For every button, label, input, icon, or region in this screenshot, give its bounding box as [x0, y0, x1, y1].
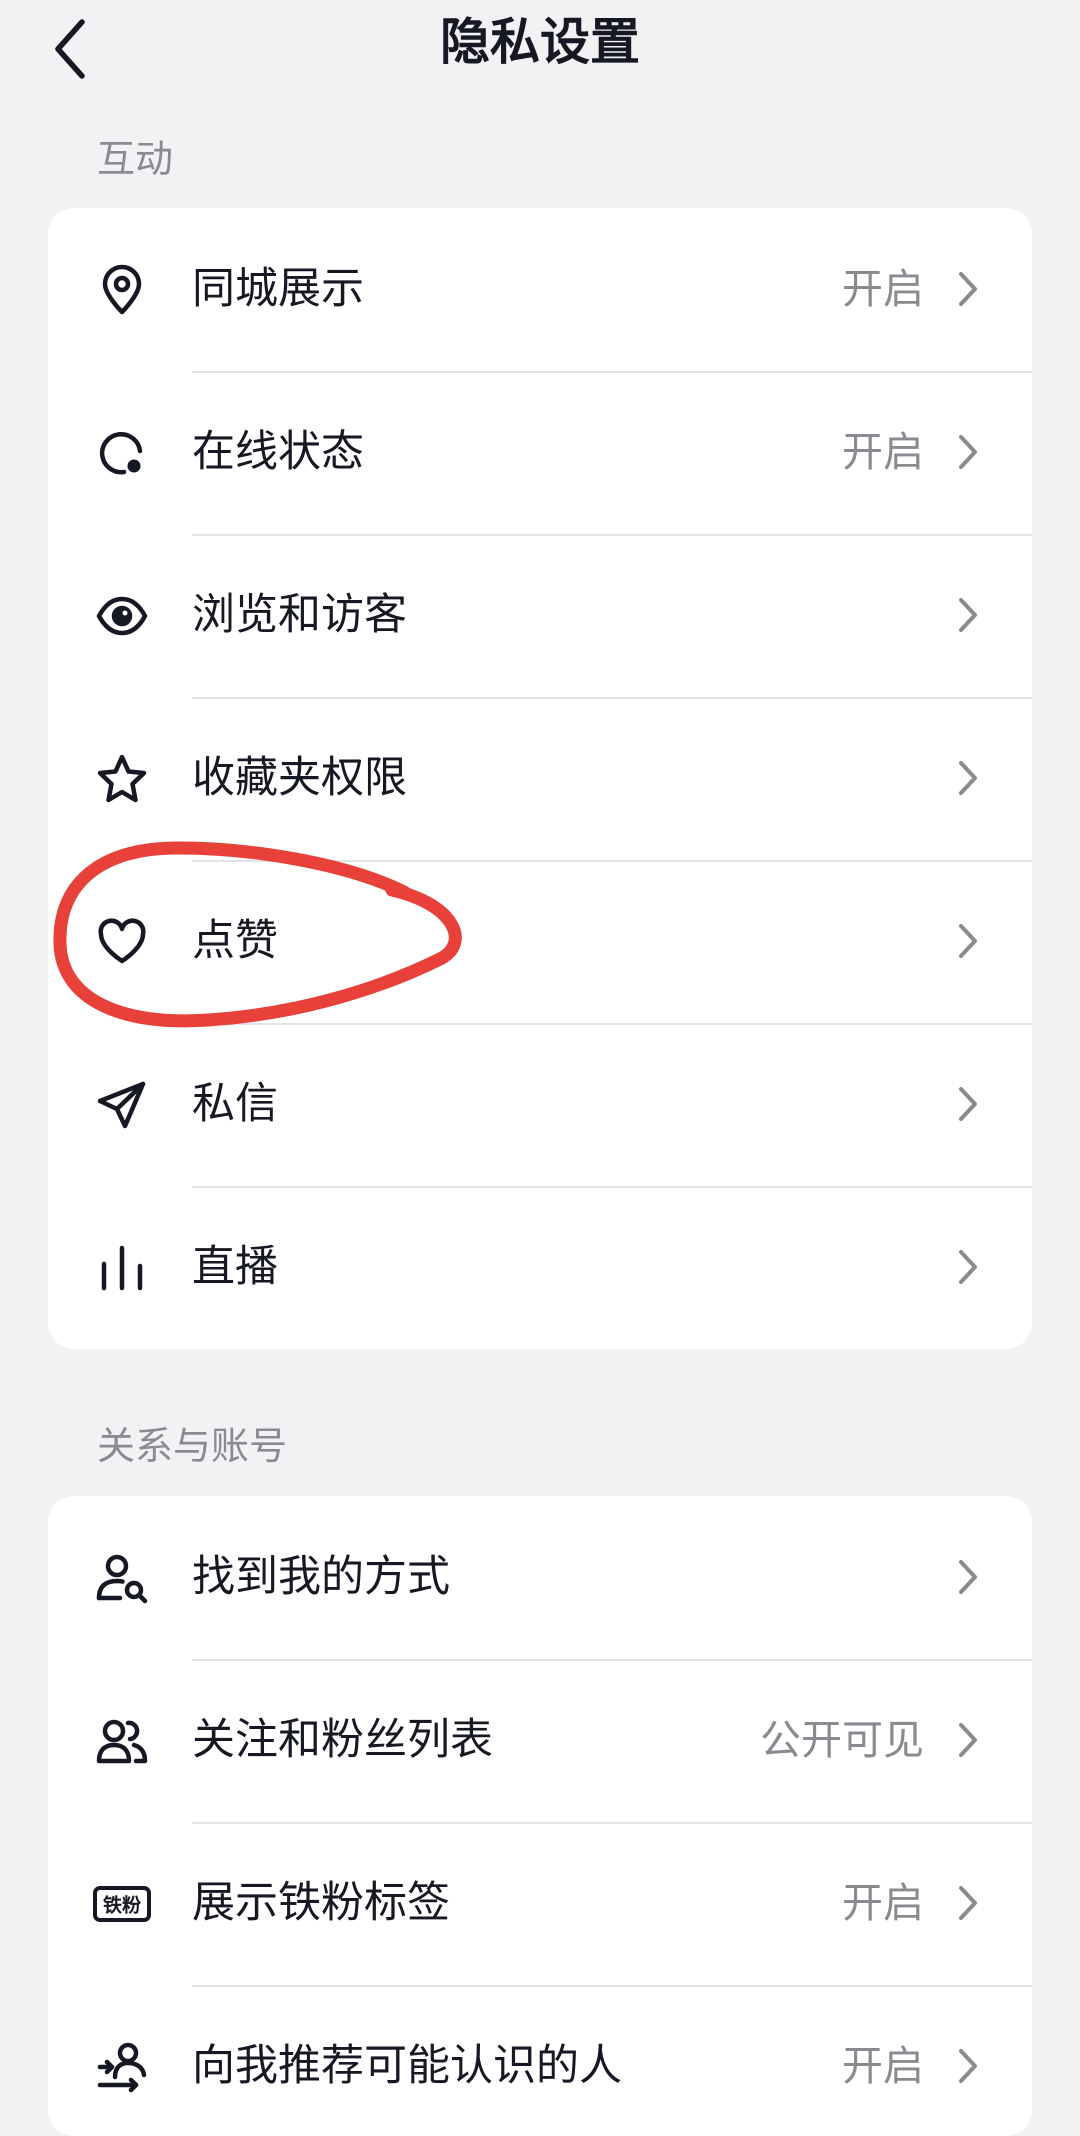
- setting-label: 同城展示: [192, 264, 364, 314]
- chevron-right-icon: [956, 758, 980, 798]
- setting-row-follow-fans-list[interactable]: 关注和粉丝列表 公开可见: [48, 1659, 1032, 1822]
- setting-value: 开启: [842, 2042, 924, 2090]
- live-bars-icon: [96, 1242, 148, 1294]
- setting-row-recommend-people[interactable]: 向我推荐可能认识的人 开启: [48, 1985, 1032, 2136]
- chevron-right-icon: [956, 432, 980, 472]
- chevron-right-icon: [956, 269, 980, 309]
- setting-row-live[interactable]: 直播: [48, 1186, 1032, 1349]
- setting-label: 关注和粉丝列表: [192, 1715, 493, 1765]
- chevron-right-icon: [956, 1883, 980, 1923]
- setting-row-direct-messages[interactable]: 私信: [48, 1023, 1032, 1186]
- top-bar: 隐私设置: [0, 0, 1080, 88]
- setting-label: 找到我的方式: [192, 1552, 450, 1602]
- user-search-icon: [96, 1552, 148, 1604]
- setting-row-likes[interactable]: 点赞: [48, 860, 1032, 1023]
- settings-card-relations: 找到我的方式 关注和粉丝列表 公开可见 铁粉 展示铁粉标签 开启 向我推荐可能认…: [48, 1496, 1032, 2136]
- section-title-relations-account: 关系与账号: [97, 1424, 288, 1468]
- chevron-right-icon: [956, 2046, 980, 2086]
- iron-fan-badge-text: 铁粉: [103, 1894, 141, 1917]
- online-status-icon: [96, 427, 148, 479]
- settings-card-interaction: 同城展示 开启 在线状态 开启 浏览和访客 收藏夹权限 点赞 私信 直播: [48, 208, 1032, 1349]
- setting-label: 向我推荐可能认识的人: [192, 2041, 622, 2091]
- setting-row-favorites-permission[interactable]: 收藏夹权限: [48, 697, 1032, 860]
- star-icon: [96, 753, 148, 805]
- setting-label: 直播: [192, 1242, 278, 1292]
- setting-label: 点赞: [192, 916, 278, 966]
- eye-icon: [96, 590, 148, 642]
- page-title: 隐私设置: [440, 13, 640, 71]
- recommend-people-icon: [96, 2041, 148, 2093]
- setting-row-views-visitors[interactable]: 浏览和访客: [48, 534, 1032, 697]
- setting-row-find-me[interactable]: 找到我的方式: [48, 1496, 1032, 1659]
- heart-icon: [96, 916, 148, 968]
- setting-value: 开启: [842, 1879, 924, 1927]
- setting-value: 公开可见: [760, 1716, 924, 1764]
- setting-label: 收藏夹权限: [192, 753, 407, 803]
- chevron-right-icon: [956, 921, 980, 961]
- chevron-right-icon: [956, 595, 980, 635]
- paper-plane-icon: [96, 1079, 148, 1131]
- section-title-interaction: 互动: [97, 137, 174, 181]
- chevron-right-icon: [956, 1720, 980, 1760]
- users-icon: [96, 1715, 148, 1767]
- setting-label: 展示铁粉标签: [192, 1878, 450, 1928]
- setting-value: 开启: [842, 428, 924, 476]
- chevron-right-icon: [956, 1084, 980, 1124]
- setting-label: 在线状态: [192, 427, 364, 477]
- setting-label: 私信: [192, 1079, 278, 1129]
- setting-row-online-status[interactable]: 在线状态 开启: [48, 371, 1032, 534]
- setting-row-iron-fan-tag[interactable]: 铁粉 展示铁粉标签 开启: [48, 1822, 1032, 1985]
- setting-value: 开启: [842, 265, 924, 313]
- location-pin-icon: [96, 264, 148, 316]
- iron-fan-badge-icon: 铁粉: [93, 1878, 151, 1930]
- setting-label: 浏览和访客: [192, 590, 407, 640]
- setting-row-local-display[interactable]: 同城展示 开启: [48, 208, 1032, 371]
- chevron-right-icon: [956, 1557, 980, 1597]
- chevron-right-icon: [956, 1247, 980, 1287]
